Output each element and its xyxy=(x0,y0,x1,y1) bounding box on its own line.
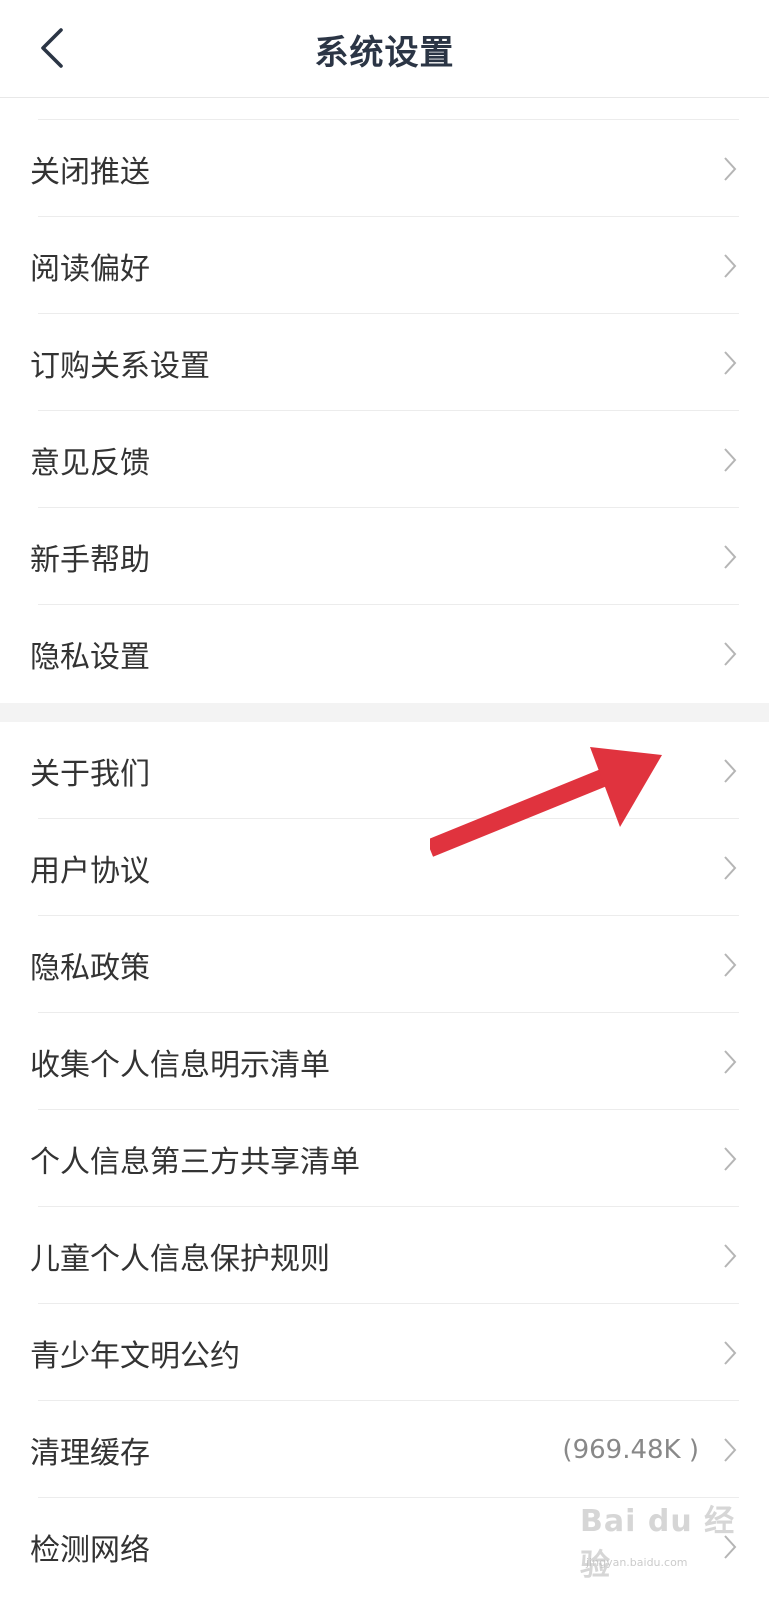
chevron-right-icon xyxy=(721,1241,739,1271)
chevron-right-icon xyxy=(721,639,739,669)
menu-item-label: 青少年文明公约 xyxy=(30,1338,240,1374)
menu-item-label: 关于我们 xyxy=(30,756,150,792)
settings-group-about: 关于我们 用户协议 隐私政策 收集个人信息明示清单 个人信息第三方共享清单 儿童… xyxy=(0,722,769,1595)
divider xyxy=(38,98,739,120)
cache-size-value: (969.48K ) xyxy=(562,1434,699,1465)
menu-item-label: 新手帮助 xyxy=(30,542,150,578)
menu-item-beginner-help[interactable]: 新手帮助 xyxy=(0,508,769,605)
menu-item-label: 收集个人信息明示清单 xyxy=(30,1047,330,1083)
menu-item-label: 阅读偏好 xyxy=(30,251,150,287)
chevron-right-icon xyxy=(721,950,739,980)
menu-item-privacy-policy[interactable]: 隐私政策 xyxy=(0,916,769,1013)
menu-item-label: 检测网络 xyxy=(30,1532,150,1568)
section-divider xyxy=(0,703,769,722)
chevron-right-icon xyxy=(721,756,739,786)
chevron-right-icon xyxy=(721,251,739,281)
settings-group-general: 关闭推送 阅读偏好 订购关系设置 意见反馈 新手帮助 隐私设置 xyxy=(0,98,769,702)
menu-item-label: 隐私政策 xyxy=(30,950,150,986)
menu-item-network-check[interactable]: 检测网络 xyxy=(0,1498,769,1595)
menu-item-privacy-settings[interactable]: 隐私设置 xyxy=(0,605,769,702)
menu-item-youth-civility-pact[interactable]: 青少年文明公约 xyxy=(0,1304,769,1401)
menu-item-label: 儿童个人信息保护规则 xyxy=(30,1241,330,1277)
menu-item-about-us[interactable]: 关于我们 xyxy=(0,722,769,819)
menu-item-user-agreement[interactable]: 用户协议 xyxy=(0,819,769,916)
menu-item-label: 隐私设置 xyxy=(30,639,150,675)
chevron-right-icon xyxy=(721,154,739,184)
menu-item-feedback[interactable]: 意见反馈 xyxy=(0,411,769,508)
chevron-right-icon xyxy=(721,1338,739,1368)
menu-item-children-privacy-rules[interactable]: 儿童个人信息保护规则 xyxy=(0,1207,769,1304)
menu-item-label: 意见反馈 xyxy=(30,445,150,481)
chevron-right-icon xyxy=(721,1144,739,1174)
menu-item-label: 清理缓存 xyxy=(30,1435,150,1471)
top-bar: 系统设置 xyxy=(0,0,769,98)
page-title: 系统设置 xyxy=(314,32,455,73)
chevron-right-icon xyxy=(721,1435,739,1465)
chevron-right-icon xyxy=(721,348,739,378)
chevron-right-icon xyxy=(721,853,739,883)
menu-item-label: 关闭推送 xyxy=(30,154,150,190)
chevron-right-icon xyxy=(721,1047,739,1077)
chevron-right-icon xyxy=(721,445,739,475)
menu-item-personal-info-collection-list[interactable]: 收集个人信息明示清单 xyxy=(0,1013,769,1110)
menu-item-clear-cache[interactable]: 清理缓存 (969.48K ) xyxy=(0,1401,769,1498)
menu-item-reading-preference[interactable]: 阅读偏好 xyxy=(0,217,769,314)
menu-item-label: 个人信息第三方共享清单 xyxy=(30,1144,360,1180)
menu-item-label: 用户协议 xyxy=(30,853,150,889)
chevron-right-icon xyxy=(721,542,739,572)
menu-item-subscription-settings[interactable]: 订购关系设置 xyxy=(0,314,769,411)
chevron-right-icon xyxy=(721,1532,739,1562)
menu-item-label: 订购关系设置 xyxy=(30,348,210,384)
menu-item-close-push[interactable]: 关闭推送 xyxy=(0,120,769,217)
menu-item-third-party-sharing-list[interactable]: 个人信息第三方共享清单 xyxy=(0,1110,769,1207)
